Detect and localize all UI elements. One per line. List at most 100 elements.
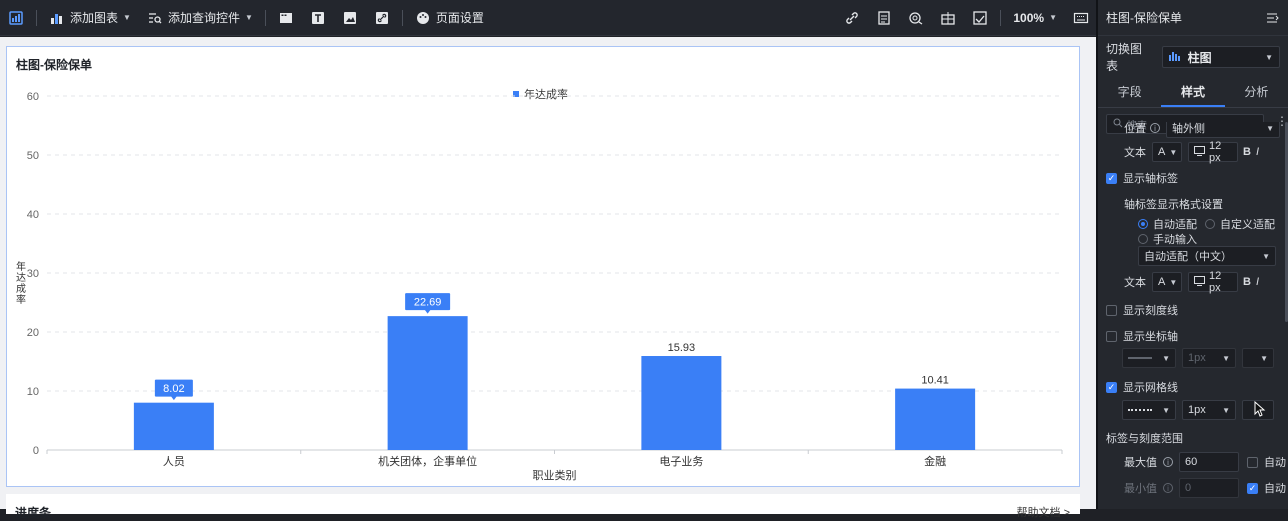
- gridline-color-select[interactable]: [1242, 400, 1274, 420]
- font-color-select-2[interactable]: A ▼: [1152, 272, 1182, 292]
- help-docs-link[interactable]: 帮助文档 >: [1017, 504, 1070, 520]
- gridline-width-select[interactable]: 1px ▼: [1182, 400, 1236, 420]
- position-label: 位置: [1124, 123, 1146, 135]
- text-icon: [310, 10, 326, 26]
- x-tick-label: 人员: [163, 455, 185, 468]
- progress-card[interactable]: 进度条 帮助文档 >: [6, 494, 1080, 520]
- info-icon[interactable]: i: [1163, 483, 1173, 493]
- page-settings-button[interactable]: 页面设置: [407, 0, 492, 36]
- font-letter: A: [1158, 146, 1166, 158]
- data-label: 10.41: [921, 375, 949, 387]
- show-axis-text: 显示坐标轴: [1123, 331, 1178, 343]
- axis-line-width-select[interactable]: 1px ▼: [1182, 348, 1236, 368]
- monitor-button[interactable]: [900, 0, 932, 36]
- switch-chart-label: 切换图表: [1106, 42, 1143, 73]
- custom-fit-radio[interactable]: [1205, 219, 1215, 229]
- collapse-panel-icon[interactable]: [1264, 10, 1280, 26]
- text-style-row-2: 文本 A ▼ 12 px B I: [1098, 270, 1288, 294]
- image-button[interactable]: [334, 0, 366, 36]
- tab-analysis[interactable]: 分析: [1225, 76, 1288, 107]
- show-axis-label-row: ✓ 显示轴标签: [1098, 170, 1288, 186]
- tab-style[interactable]: 样式: [1161, 76, 1225, 107]
- min-auto-label: 自动: [1264, 483, 1286, 495]
- max-auto-checkbox[interactable]: [1247, 456, 1258, 468]
- switch-chart-value: 柱图: [1187, 50, 1212, 65]
- add-query-control-button[interactable]: 添加查询控件 ▼: [139, 0, 261, 36]
- zoom-select[interactable]: 100% ▼: [1005, 0, 1065, 36]
- panel-header: 柱图-保险保单: [1098, 0, 1288, 36]
- filter-search-icon: [147, 10, 163, 26]
- position-value: 轴外侧: [1172, 123, 1205, 135]
- italic-button-2[interactable]: I: [1256, 276, 1259, 288]
- show-axis-label-text: 显示轴标签: [1123, 173, 1178, 185]
- italic-button[interactable]: I: [1256, 146, 1259, 158]
- keyboard-button[interactable]: [1065, 0, 1097, 36]
- position-select[interactable]: 轴外侧 ▼: [1166, 122, 1280, 138]
- data-label-pointer: [170, 396, 177, 401]
- image-icon: [342, 10, 358, 26]
- manual-input-radio[interactable]: [1138, 234, 1148, 244]
- font-size-input[interactable]: 12 px: [1188, 140, 1238, 164]
- report-button[interactable]: [868, 0, 900, 36]
- max-label: 最大值: [1124, 457, 1157, 469]
- font-size-input-2[interactable]: 12 px: [1188, 270, 1238, 294]
- report-icon: [876, 10, 892, 26]
- panel-title: 柱图-保险保单: [1106, 11, 1182, 25]
- auto-fit-radio[interactable]: [1138, 219, 1148, 229]
- y-tick-label: 50: [27, 150, 39, 162]
- data-label-pointer: [424, 309, 431, 314]
- auto-fit-select[interactable]: 自动适配（中文） ▼: [1138, 246, 1276, 266]
- max-value-input[interactable]: 60: [1179, 452, 1239, 472]
- fit-mode-row: 自动适配 自定义适配: [1098, 216, 1288, 232]
- bold-button-2[interactable]: B: [1243, 276, 1251, 288]
- min-value-input[interactable]: 0: [1179, 478, 1239, 498]
- tab-fields[interactable]: 字段: [1098, 76, 1161, 107]
- chart-card[interactable]: 柱图-保险保单 年达成率 年达成率 0 10 20 30 40 50 60 人员 8.02 机关团…: [6, 46, 1080, 487]
- font-letter-2: A: [1158, 276, 1166, 288]
- keyboard-icon: [1073, 10, 1089, 26]
- solid-line-swatch: [1128, 357, 1152, 359]
- text-label-2: 文本: [1124, 277, 1146, 289]
- style-settings: 位置 i 轴外侧 ▼ 文本 A ▼ 12 px B I ✓ 显示轴标签 轴标签显…: [1098, 122, 1288, 509]
- manual-input-label: 手动输入: [1153, 234, 1197, 246]
- add-chart-button[interactable]: 添加图表 ▼: [41, 0, 139, 36]
- font-size-value-2: 12 px: [1209, 270, 1222, 294]
- gridline-style-row: ▼ 1px ▼: [1098, 400, 1288, 420]
- min-value-row: 最小值 i 0 ✓ 自动: [1098, 478, 1288, 498]
- gridline-width-value: 1px: [1188, 404, 1206, 416]
- bold-button[interactable]: B: [1243, 146, 1251, 158]
- dashboard-canvas: 柱图-保险保单 年达成率 年达成率 0 10 20 30 40 50 60 人员 8.02 机关团…: [0, 37, 1097, 520]
- show-ticks-checkbox[interactable]: [1106, 304, 1117, 316]
- range-title: 标签与刻度范围: [1106, 433, 1183, 445]
- text-button[interactable]: [302, 0, 334, 36]
- x-tick-label: 金融: [924, 454, 946, 468]
- link-icon: [374, 10, 390, 26]
- axis-line-style-select[interactable]: ▼: [1122, 348, 1176, 368]
- link-settings-button[interactable]: [836, 0, 868, 36]
- layout-button[interactable]: [932, 0, 964, 36]
- gridline-style-select[interactable]: ▼: [1122, 400, 1176, 420]
- chevron-down-icon: ▼: [1162, 405, 1170, 415]
- bar-chart-icon: [1168, 50, 1183, 64]
- min-auto-checkbox[interactable]: ✓: [1247, 482, 1258, 494]
- chevron-down-icon: ▼: [1169, 277, 1178, 287]
- y-tick-label: 10: [27, 386, 39, 398]
- link-button[interactable]: [366, 0, 398, 36]
- show-gridlines-checkbox[interactable]: ✓: [1106, 381, 1117, 393]
- info-icon[interactable]: i: [1150, 123, 1160, 133]
- axis-line-color-select[interactable]: ▼: [1242, 348, 1274, 368]
- show-axis-label-checkbox[interactable]: ✓: [1106, 172, 1117, 184]
- font-color-select[interactable]: A ▼: [1152, 142, 1182, 162]
- switch-chart-select[interactable]: 柱图 ▼: [1161, 46, 1280, 68]
- switch-chart-row: 切换图表 柱图 ▼: [1098, 42, 1288, 73]
- tab-container-button[interactable]: [270, 0, 302, 36]
- manual-input-row: 手动输入: [1098, 231, 1288, 247]
- bar: [387, 316, 468, 450]
- menu-button[interactable]: [0, 0, 32, 36]
- info-icon[interactable]: i: [1163, 457, 1173, 467]
- check-chart-button[interactable]: [964, 0, 996, 36]
- show-axis-checkbox[interactable]: [1106, 330, 1117, 342]
- tab-container-icon: [278, 10, 294, 26]
- min-label: 最小值: [1124, 483, 1157, 495]
- monitor-search-icon: [908, 10, 924, 26]
